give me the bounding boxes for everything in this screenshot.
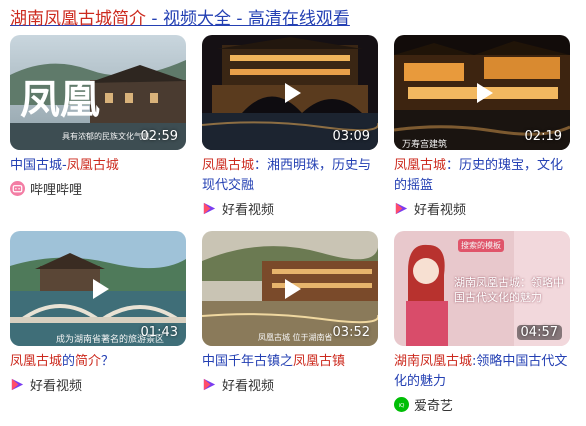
video-source[interactable]: 好看视频 [202, 198, 378, 218]
video-thumbnail[interactable]: 凤凰 具有浓郁的民族文化气息 02:59 [10, 35, 186, 150]
video-title-link[interactable]: 凤凰古城：湘西明珠，历史与现代交融 [202, 156, 378, 196]
play-icon [477, 82, 493, 103]
play-icon [285, 82, 301, 103]
title-highlight: 凤凰古城 [202, 158, 255, 173]
title-highlight: 凤凰古城 [66, 158, 119, 173]
haokan-icon [395, 202, 408, 214]
bilibili-icon [10, 180, 25, 196]
video-duration: 02:59 [140, 129, 178, 144]
source-name: 好看视频 [222, 202, 275, 218]
haokan-icon [203, 202, 216, 214]
header-highlight: 湖南凤凰古城简介 [10, 9, 146, 29]
source-name: 爱奇艺 [414, 398, 454, 414]
video-title-link[interactable]: 凤凰古城：历史的瑰宝，文化的摇篮 [394, 156, 570, 196]
video-thumbnail[interactable]: 搜索的模板 湖南凤凰古城：领略中国古代文化的魅力 04:57 [394, 231, 570, 346]
video-source[interactable]: iQ 爱奇艺 [394, 394, 570, 414]
title-highlight: 凤凰古城 [10, 354, 63, 369]
results-header-link[interactable]: 湖南凤凰古城简介 - 视频大全 - 高清在线观看 [10, 4, 350, 29]
thumbnail-caption: 凤凰古城 位于湖南省 [258, 333, 333, 342]
title-text: 中国千年古镇之 [202, 354, 294, 369]
video-source[interactable]: 好看视频 [10, 374, 186, 394]
haokan-icon [11, 378, 24, 390]
thumbnail-caption: 湖南凤凰古城：领略中国古代文化的魅力 [454, 276, 564, 304]
video-thumbnail[interactable]: 凤凰古城 位于湖南省 03:52 [202, 231, 378, 346]
video-card[interactable]: 03:09 凤凰古城：湘西明珠，历史与现代交融 好看视频 [202, 35, 378, 218]
source-name: 好看视频 [414, 202, 467, 218]
video-title-link[interactable]: 湖南凤凰古城:领略中国古代文化的魅力 [394, 352, 570, 392]
iqiyi-icon: iQ [394, 396, 409, 412]
video-card[interactable]: 万寿宫建筑 02:19 凤凰古城：历史的瑰宝，文化的摇篮 好看视频 [394, 35, 570, 218]
title-highlight: 凤凰古镇 [293, 354, 346, 369]
video-title-link[interactable]: 中国古城-凤凰古城 [10, 156, 186, 176]
video-card[interactable]: 凤凰古城 位于湖南省 03:52 中国千年古镇之凤凰古镇 好看视频 [202, 231, 378, 394]
video-title-link[interactable]: 凤凰古城的简介？ [10, 352, 186, 372]
title-highlight: 凤凰古城 [394, 158, 447, 173]
thumbnail-caption: 万寿宫建筑 [402, 140, 448, 150]
video-thumbnail[interactable]: 成为湖南省著名的旅游景区 01:43 [10, 231, 186, 346]
video-card[interactable]: 成为湖南省著名的旅游景区 01:43 凤凰古城的简介？ 好看视频 [10, 231, 186, 394]
title-text: 中国古城- [10, 158, 67, 173]
video-duration: 02:19 [524, 129, 562, 144]
source-name: 好看视频 [30, 378, 83, 394]
video-thumbnail[interactable]: 03:09 [202, 35, 378, 150]
play-icon [93, 278, 109, 299]
video-duration: 04:57 [516, 325, 562, 340]
thumbnail-badge: 搜索的模板 [458, 239, 504, 252]
title-highlight: 湖南凤凰古城 [394, 354, 473, 369]
source-name: 哔哩哔哩 [30, 182, 83, 198]
video-source[interactable]: 好看视频 [394, 198, 570, 218]
video-card[interactable]: 搜索的模板 湖南凤凰古城：领略中国古代文化的魅力 04:57 湖南凤凰古城:领略… [394, 231, 570, 414]
video-title-link[interactable]: 中国千年古镇之凤凰古镇 [202, 352, 378, 372]
play-icon [285, 278, 301, 299]
video-thumbnail[interactable]: 万寿宫建筑 02:19 [394, 35, 570, 150]
header-rest: - 视频大全 - 高清在线观看 [146, 9, 350, 29]
haokan-icon [203, 378, 216, 390]
title-highlight: 简介 [75, 354, 102, 369]
video-duration: 01:43 [140, 325, 178, 340]
video-duration: 03:52 [332, 325, 370, 340]
thumbnail-calligraphy: 凤凰 [20, 76, 100, 123]
video-duration: 03:09 [332, 129, 370, 144]
thumbnail-caption: 具有浓郁的民族文化气息 [62, 132, 150, 141]
video-source[interactable]: 哔哩哔哩 [10, 178, 186, 198]
video-source[interactable]: 好看视频 [202, 374, 378, 394]
video-card[interactable]: 凤凰 具有浓郁的民族文化气息 02:59 中国古城-凤凰古城 哔哩哔哩 [10, 35, 186, 198]
title-text: 的 [62, 354, 76, 369]
source-name: 好看视频 [222, 378, 275, 394]
svg-text:iQ: iQ [399, 402, 406, 408]
title-text: ？ [101, 354, 115, 369]
